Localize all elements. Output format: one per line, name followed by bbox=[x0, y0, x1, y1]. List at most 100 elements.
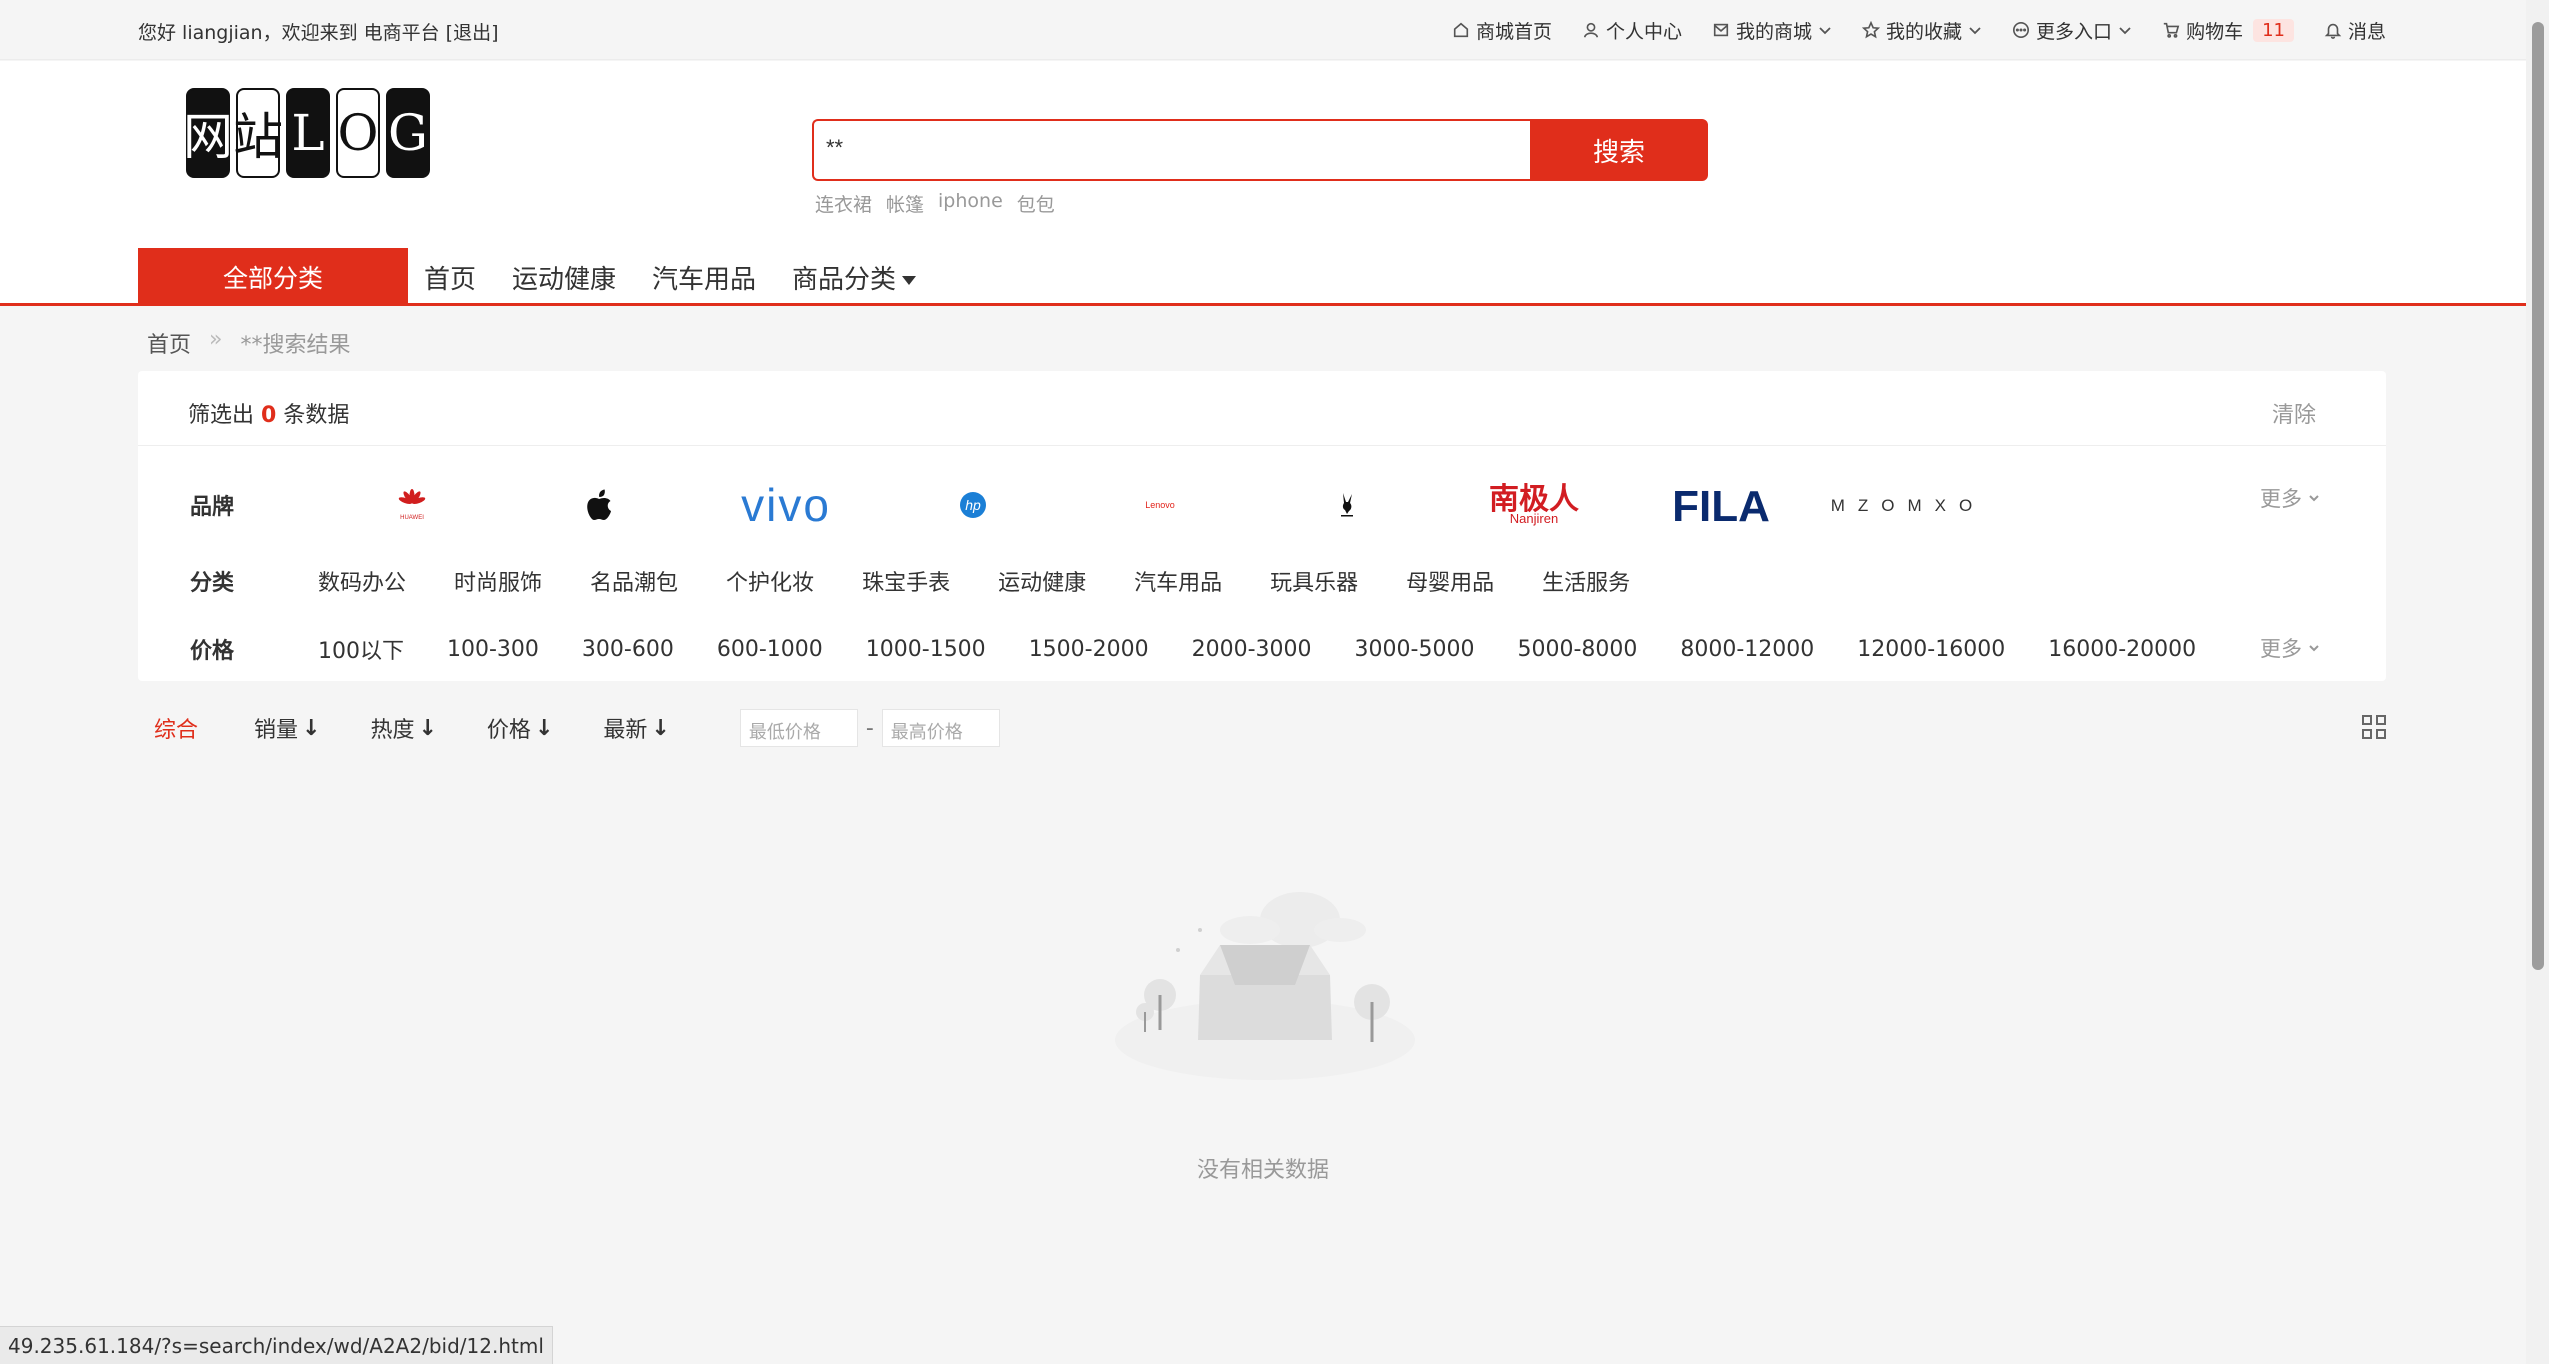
price-option[interactable]: 1500-2000 bbox=[1029, 637, 1149, 662]
hot-word-link[interactable]: 包包 bbox=[1017, 190, 1055, 217]
price-option[interactable]: 100-300 bbox=[447, 637, 539, 662]
huawei-logo-icon: HUAWEI bbox=[398, 489, 425, 521]
hot-word-link[interactable]: 连衣裙 bbox=[815, 190, 872, 217]
nanjiren-logo-icon: 南极人 Nanjiren bbox=[1489, 483, 1579, 526]
price-option[interactable]: 600-1000 bbox=[717, 637, 823, 662]
top-nav-cart-label: 购物车 bbox=[2186, 20, 2244, 43]
result-count-suffix: 条数据 bbox=[283, 403, 350, 428]
top-nav-more-entry-label: 更多入口 bbox=[2036, 20, 2113, 43]
price-option[interactable]: 1000-1500 bbox=[866, 637, 986, 662]
top-nav-cart[interactable]: 购物车 11 bbox=[2162, 17, 2294, 44]
grid-view-icon[interactable] bbox=[2362, 715, 2386, 739]
category-option[interactable]: 运动健康 bbox=[998, 565, 1086, 597]
price-option[interactable]: 16000-20000 bbox=[2048, 637, 2196, 662]
max-price-input[interactable]: 最高价格 bbox=[881, 709, 1000, 747]
logo-tile: G bbox=[386, 88, 430, 178]
chevron-down-icon bbox=[2309, 645, 2319, 652]
empty-box-illustration bbox=[1115, 892, 1415, 1080]
price-option[interactable]: 300-600 bbox=[582, 637, 674, 662]
scrollbar-track[interactable] bbox=[2526, 0, 2549, 1364]
nanjiren-logo-subtext: Nanjiren bbox=[1509, 511, 1557, 526]
top-nav-messages[interactable]: 消息 bbox=[2324, 17, 2386, 44]
hot-word-link[interactable]: 帐篷 bbox=[886, 190, 924, 217]
site-logo[interactable]: 网 站 L O G bbox=[183, 88, 430, 178]
brand-playboy[interactable] bbox=[1253, 475, 1440, 535]
logo-tile: 网 bbox=[183, 88, 233, 178]
price-option[interactable]: 5000-8000 bbox=[1517, 637, 1637, 662]
breadcrumb-home[interactable]: 首页 bbox=[147, 327, 191, 359]
brand-mzomxo[interactable]: MZOMXO bbox=[1814, 475, 2001, 535]
top-nav-favorites[interactable]: 我的收藏 bbox=[1862, 17, 1982, 44]
category-option[interactable]: 生活服务 bbox=[1542, 565, 1630, 597]
vivo-logo-icon: vivo bbox=[741, 483, 831, 527]
price-option[interactable]: 12000-16000 bbox=[1857, 637, 2005, 662]
brand-more-button[interactable]: 更多 bbox=[2260, 483, 2320, 513]
category-option[interactable]: 母婴用品 bbox=[1406, 565, 1494, 597]
sort-price[interactable]: 价格 ↓ bbox=[487, 712, 553, 744]
category-option[interactable]: 数码办公 bbox=[318, 565, 406, 597]
price-label: 价格 bbox=[190, 639, 235, 664]
lenovo-logo-text: Lenovo bbox=[1145, 500, 1175, 510]
nav-link-auto[interactable]: 汽车用品 bbox=[652, 259, 756, 296]
hot-word-link[interactable]: iphone bbox=[938, 190, 1003, 217]
search-button[interactable]: 搜索 bbox=[1530, 119, 1708, 181]
category-option[interactable]: 玩具乐器 bbox=[1270, 565, 1358, 597]
brand-hp[interactable]: hp bbox=[879, 475, 1066, 535]
result-count-prefix: 筛选出 bbox=[188, 403, 255, 428]
brand-lenovo[interactable]: Lenovo bbox=[1066, 475, 1253, 535]
clear-filter-button[interactable]: 清除 bbox=[2272, 397, 2316, 429]
brand-huawei[interactable]: HUAWEI bbox=[318, 475, 505, 535]
price-option[interactable]: 100以下 bbox=[318, 633, 404, 665]
brand-apple[interactable] bbox=[505, 475, 692, 535]
sort-popularity[interactable]: 热度 ↓ bbox=[370, 712, 436, 744]
nav-dropdown-categories[interactable]: 商品分类 bbox=[792, 259, 917, 296]
logo-tile: O bbox=[336, 88, 380, 178]
search-input[interactable]: ** bbox=[812, 119, 1530, 181]
top-nav-home[interactable]: 商城首页 bbox=[1452, 17, 1552, 44]
sort-default[interactable]: 综合 bbox=[154, 712, 198, 744]
sort-newest-label: 最新 bbox=[603, 718, 648, 743]
price-option[interactable]: 2000-3000 bbox=[1192, 637, 1312, 662]
price-option[interactable]: 3000-5000 bbox=[1355, 637, 1475, 662]
vivo-logo-text: vivo bbox=[741, 483, 831, 527]
huawei-logo-text: HUAWEI bbox=[400, 515, 424, 521]
top-nav-user-center-label: 个人中心 bbox=[1606, 20, 1683, 43]
sort-popularity-label: 热度 bbox=[370, 718, 415, 743]
min-price-input[interactable]: 最低价格 bbox=[739, 709, 858, 747]
sort-price-label: 价格 bbox=[486, 718, 531, 743]
brand-label: 品牌 bbox=[190, 495, 235, 520]
category-option[interactable]: 个护化妆 bbox=[726, 565, 814, 597]
top-nav-my-mall-label: 我的商城 bbox=[1736, 20, 1813, 43]
brand-nanjiren[interactable]: 南极人 Nanjiren bbox=[1440, 475, 1627, 535]
price-more-label: 更多 bbox=[2260, 637, 2302, 661]
logo-tile: 站 bbox=[233, 88, 283, 178]
empty-state-text: 没有相关数据 bbox=[1196, 1158, 1329, 1183]
scrollbar-thumb[interactable] bbox=[2532, 22, 2544, 970]
sort-newest[interactable]: 最新 ↓ bbox=[603, 712, 669, 744]
price-option[interactable]: 8000-12000 bbox=[1680, 637, 1814, 662]
category-option[interactable]: 珠宝手表 bbox=[862, 565, 950, 597]
category-option[interactable]: 时尚服饰 bbox=[454, 565, 542, 597]
top-nav-my-mall[interactable]: 我的商城 bbox=[1712, 17, 1832, 44]
filter-panel: 筛选出 0 条数据 清除 品牌 HUAWEI vivo hp Lenovo 南极… bbox=[138, 371, 2386, 681]
nav-dropdown-label: 商品分类 bbox=[792, 264, 897, 295]
top-nav-more-entry[interactable]: 更多入口 bbox=[2012, 17, 2132, 44]
greeting-text: 您好 liangjian，欢迎来到 电商平台 [退出] bbox=[138, 22, 499, 44]
arrow-down-icon: ↓ bbox=[651, 715, 670, 741]
category-option[interactable]: 名品潮包 bbox=[590, 565, 678, 597]
all-categories-button[interactable]: 全部分类 bbox=[138, 248, 408, 306]
bell-icon bbox=[2324, 23, 2342, 39]
brand-vivo[interactable]: vivo bbox=[692, 475, 879, 535]
brand-fila[interactable]: FILA bbox=[1627, 475, 1814, 535]
top-nav-user-center[interactable]: 个人中心 bbox=[1582, 17, 1682, 44]
sort-sales-label: 销量 bbox=[254, 718, 299, 743]
nav-link-home[interactable]: 首页 bbox=[424, 259, 476, 296]
arrow-down-icon: ↓ bbox=[534, 715, 554, 741]
chevron-down-icon bbox=[1819, 27, 1831, 35]
sort-sales[interactable]: 销量 ↓ bbox=[254, 712, 320, 744]
category-option[interactable]: 汽车用品 bbox=[1134, 565, 1222, 597]
nav-link-sports[interactable]: 运动健康 bbox=[512, 259, 616, 296]
divider bbox=[138, 445, 2386, 446]
brand-row: 品牌 HUAWEI vivo hp Lenovo 南极人 Nanjiren FI… bbox=[190, 475, 2001, 535]
price-more-button[interactable]: 更多 bbox=[2260, 633, 2320, 663]
